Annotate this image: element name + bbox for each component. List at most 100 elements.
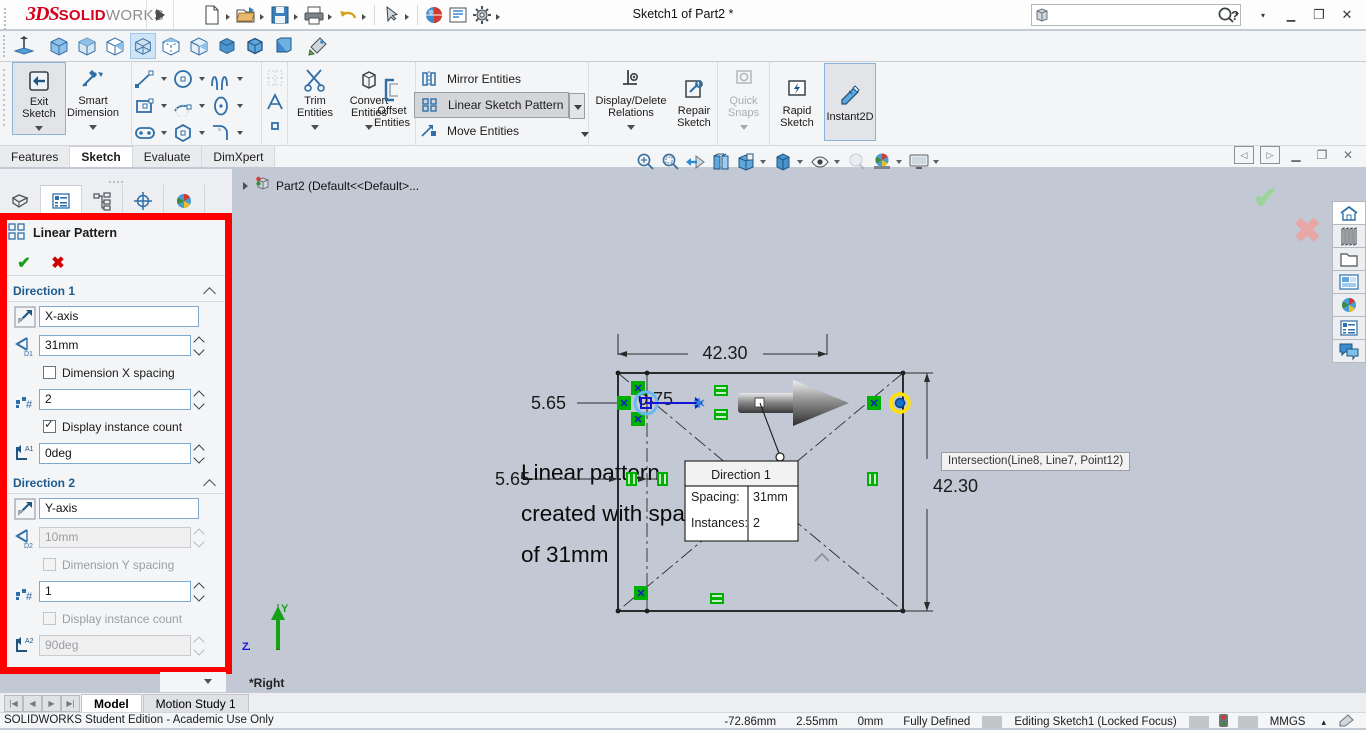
exit-sketch-button[interactable]: Exit Sketch (12, 62, 66, 135)
first-tab-button[interactable]: |◀ (4, 695, 23, 712)
direction2-instances-input[interactable]: 1 (39, 581, 191, 602)
quick-snaps-button[interactable]: Quick Snaps (718, 62, 769, 133)
point-icon[interactable] (262, 114, 288, 138)
search-box[interactable] (1031, 4, 1241, 26)
direction2-group-header[interactable]: Direction 2 (7, 472, 225, 494)
direction1-instances-input[interactable]: 2 (39, 389, 191, 410)
status-units[interactable]: MMGS (1260, 716, 1316, 728)
line-caret-icon[interactable] (158, 67, 170, 91)
tab-model[interactable]: Model (81, 694, 142, 712)
sketch-drawing[interactable]: 42.30 42.30 5.65 5.65 0.75 Direction 1 S… (233, 169, 1366, 697)
polygon-icon[interactable] (170, 121, 196, 145)
trim-entities-dropdown-icon[interactable] (288, 121, 342, 133)
polygon-caret-icon[interactable] (196, 121, 208, 145)
hidden-lines-removed-icon[interactable] (186, 33, 212, 59)
direction1-instances-stepper[interactable] (193, 389, 206, 410)
close-button[interactable]: ✕ (1334, 4, 1360, 26)
arc-caret-icon[interactable] (196, 94, 208, 118)
direction2-display-count-row[interactable]: Display instance count (7, 606, 225, 631)
display-delete-relations-button[interactable]: Display/Delete Relations (590, 62, 672, 133)
search-scope-icon[interactable] (1032, 5, 1052, 25)
feature-manager-tree-tab[interactable] (0, 185, 41, 216)
panel-splitter-grip[interactable] (108, 172, 126, 197)
direction2-spacing-input[interactable]: 10mm (39, 527, 191, 548)
exit-sketch-dropdown-icon[interactable] (13, 122, 65, 134)
tab-features[interactable]: Features (0, 146, 71, 167)
property-manager-tab[interactable] (41, 185, 82, 216)
rectangle-icon[interactable] (132, 94, 158, 118)
direction1-spacing-input[interactable]: 31mm (39, 335, 191, 356)
property-manager-scroll-down-button[interactable] (160, 672, 226, 692)
spline-icon[interactable] (208, 67, 234, 91)
tab-dimxpert[interactable]: DimXpert (202, 146, 276, 167)
direction1-axis-input[interactable]: X-axis (39, 306, 199, 327)
previous-tab-button[interactable]: ◀ (23, 695, 42, 712)
pin-left-icon[interactable]: ◁ (1234, 146, 1254, 164)
spline-caret-icon[interactable] (234, 67, 246, 91)
quick-snaps-dropdown-icon[interactable] (718, 121, 769, 133)
move-entities-item[interactable]: Move Entities (414, 118, 588, 144)
help-caret-icon[interactable]: ▾ (1250, 4, 1276, 26)
direction2-display-count-checkbox[interactable] (43, 612, 56, 625)
section-view-icon[interactable] (11, 33, 37, 59)
document-minimize-button[interactable]: ▁ (1286, 146, 1306, 164)
ellipse-caret-icon[interactable] (234, 94, 246, 118)
reverse-direction-2-icon[interactable] (11, 497, 39, 521)
smart-dimension-dropdown-icon[interactable] (66, 121, 120, 133)
repair-sketch-button[interactable]: Repair Sketch (672, 62, 716, 129)
document-close-button[interactable]: ✕ (1338, 146, 1358, 164)
wireframe-view-icon[interactable] (130, 33, 156, 59)
direction2-collapse-icon[interactable] (203, 476, 217, 490)
document-restore-button[interactable]: ❐ (1312, 146, 1332, 164)
rapid-sketch-button[interactable]: Rapid Sketch (770, 62, 824, 129)
pin-right-icon[interactable]: ▷ (1260, 146, 1280, 164)
direction1-angle-input[interactable]: 0deg (39, 443, 191, 464)
direction2-angle-stepper[interactable] (193, 635, 206, 656)
sketch-pattern-grid-icon[interactable] (262, 66, 288, 90)
configuration-manager-tab[interactable] (82, 185, 123, 216)
reverse-direction-icon[interactable] (11, 305, 39, 329)
direction2-angle-input[interactable]: 90deg (39, 635, 191, 656)
front-view-icon[interactable] (74, 33, 100, 59)
hidden-lines-visible-icon[interactable] (158, 33, 184, 59)
direction1-collapse-icon[interactable] (203, 284, 217, 298)
circle-icon[interactable] (170, 67, 196, 91)
graphics-area[interactable]: ◁ ▷ ▁ ❐ ✕ Part2 (Default<<Default>... ✔ … (233, 146, 1366, 697)
direction2-dimension-spacing-checkbox[interactable] (43, 558, 56, 571)
minimize-button[interactable]: ▁ (1278, 4, 1304, 26)
shaded-icon[interactable] (214, 33, 240, 59)
display-manager-tab[interactable] (164, 185, 205, 216)
draft-quality-icon[interactable] (270, 33, 296, 59)
shaded-with-edges-icon[interactable] (242, 33, 268, 59)
accept-button[interactable]: ✔ (7, 253, 41, 273)
text-icon[interactable] (262, 90, 288, 114)
pattern-drag-handle[interactable] (738, 380, 849, 426)
view-toolbar-grip[interactable] (1, 33, 10, 59)
status-units-caret-icon[interactable]: ▴ (1315, 717, 1332, 728)
help-button[interactable]: ? (1222, 4, 1248, 26)
tab-sketch[interactable]: Sketch (70, 146, 133, 167)
direction1-display-count-checkbox[interactable] (43, 417, 56, 433)
ellipse-icon[interactable] (208, 94, 234, 118)
iso-view-icon[interactable] (46, 33, 72, 59)
dimxpert-manager-tab[interactable] (123, 185, 164, 216)
tab-motion-study-1[interactable]: Motion Study 1 (142, 694, 249, 712)
direction1-spacing-stepper[interactable] (193, 335, 206, 356)
line-icon[interactable] (132, 67, 158, 91)
top-view-icon[interactable] (102, 33, 128, 59)
direction2-dimension-spacing-row[interactable]: Dimension Y spacing (7, 552, 225, 577)
appearance-icon[interactable] (305, 33, 331, 59)
cancel-button[interactable]: ✖ (41, 253, 75, 273)
mirror-entities-item[interactable]: Mirror Entities (414, 66, 588, 92)
restore-button[interactable]: ❐ (1306, 4, 1332, 26)
arc-icon[interactable] (170, 94, 196, 118)
next-tab-button[interactable]: ▶ (42, 695, 61, 712)
fillet-caret-icon[interactable] (234, 121, 246, 145)
direction2-instances-stepper[interactable] (193, 581, 206, 602)
display-delete-relations-dropdown-icon[interactable] (590, 121, 672, 133)
direction1-group-header[interactable]: Direction 1 (7, 280, 225, 302)
instant2d-button[interactable]: Instant2D (824, 63, 876, 141)
direction2-spacing-stepper[interactable] (193, 527, 206, 548)
slot-icon[interactable] (132, 121, 158, 145)
direction2-axis-input[interactable]: Y-axis (39, 498, 199, 519)
